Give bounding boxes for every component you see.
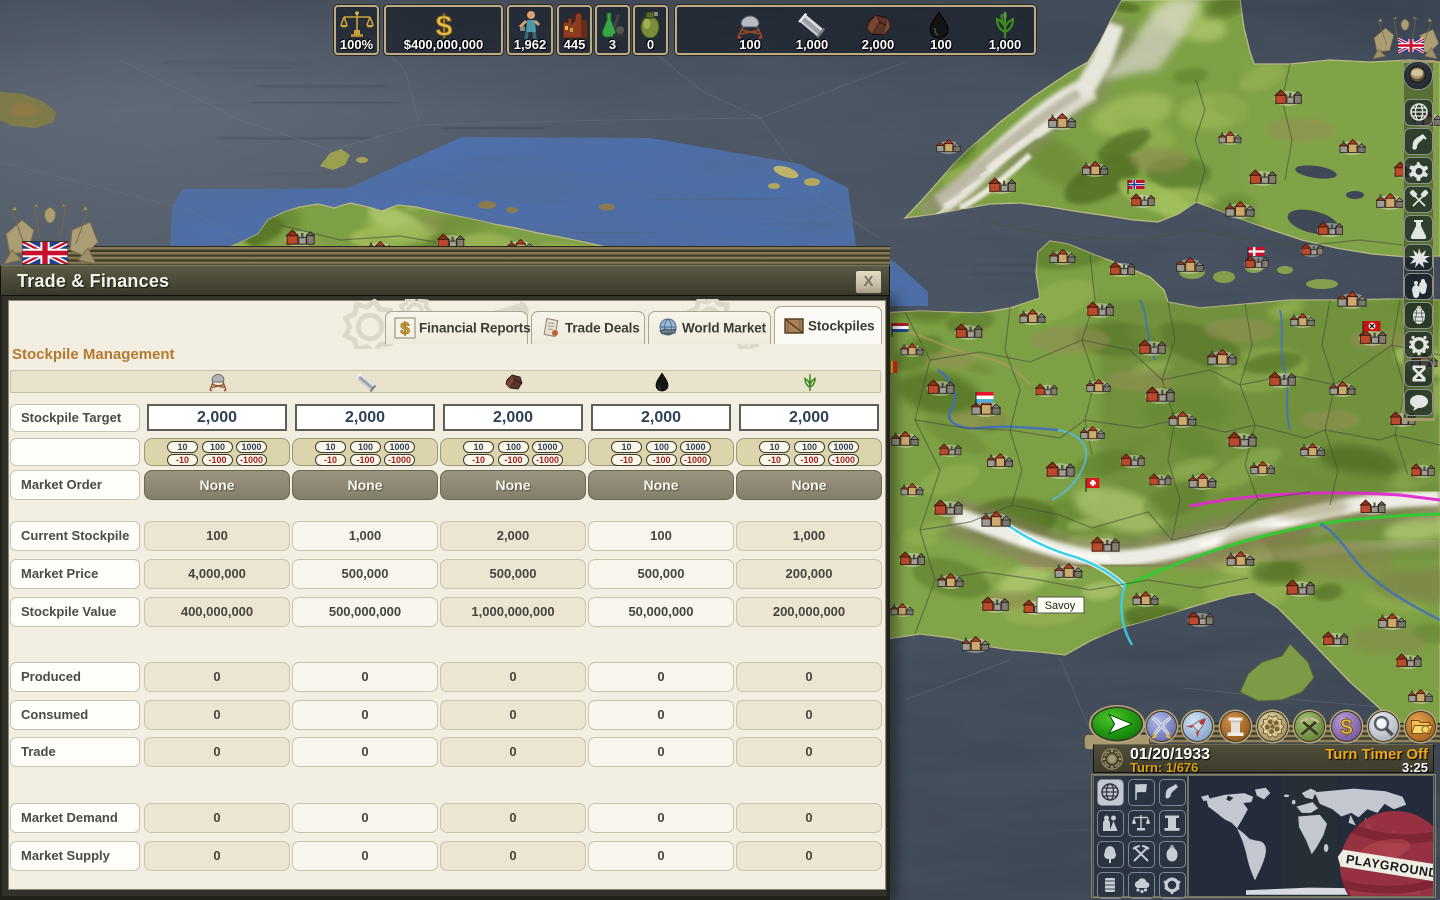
svg-text:Savoy: Savoy bbox=[1045, 600, 1076, 612]
svg-text:$: $ bbox=[400, 319, 410, 338]
svg-text:$: $ bbox=[1340, 715, 1352, 740]
